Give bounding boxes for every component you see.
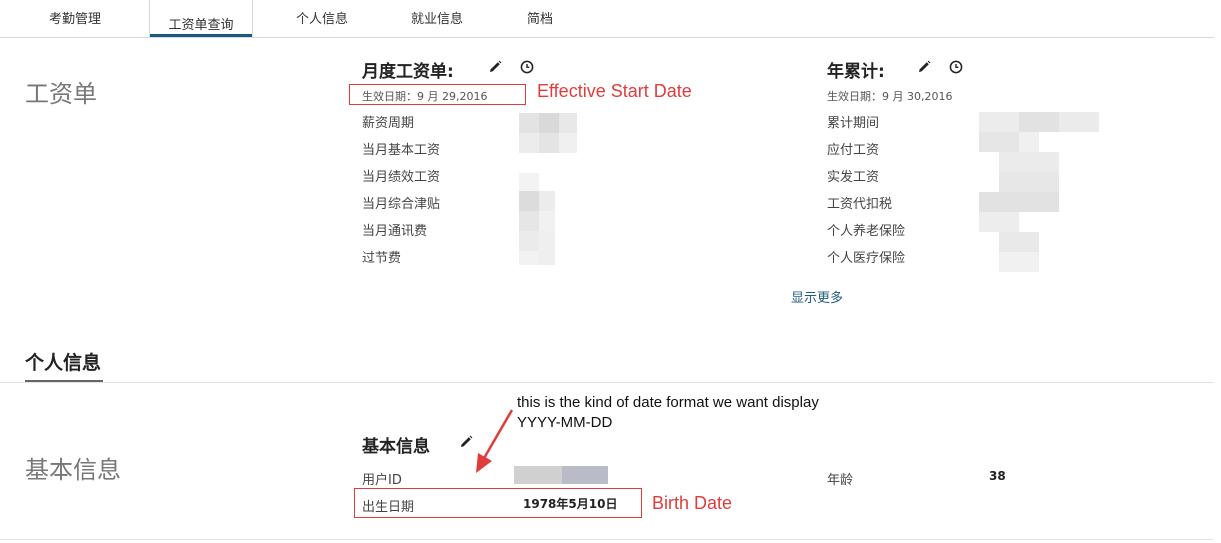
annotation-effective-start: Effective Start Date: [537, 81, 692, 101]
age-label: 年龄: [827, 473, 854, 488]
payslip-section-title: 工资单: [25, 80, 97, 108]
user-id-label: 用户ID: [362, 473, 402, 488]
clock-icon[interactable]: [948, 59, 964, 75]
birth-date-value: 1978年5月10日: [523, 497, 618, 511]
pencil-icon[interactable]: [487, 59, 503, 75]
row-label-holiday-fee: 过节费: [362, 251, 402, 266]
tab-attendance[interactable]: 考勤管理: [49, 8, 101, 27]
tab-payslip-query[interactable]: 工资单查询: [149, 0, 253, 38]
basic-info-card-title: 基本信息: [362, 437, 430, 457]
annotation-arrow: [476, 409, 514, 473]
clock-icon[interactable]: [519, 59, 535, 75]
row-label-net-salary: 实发工资: [827, 170, 880, 185]
ytd-title: 年累计:: [827, 62, 885, 82]
bottom-divider: [0, 539, 1214, 540]
row-label-medical-insurance: 个人医疗保险: [827, 251, 906, 266]
birth-date-label: 出生日期: [362, 500, 415, 515]
tab-personal-info[interactable]: 个人信息: [296, 8, 348, 27]
annotation-format-note-line1: this is the kind of date format we want …: [517, 394, 819, 411]
pencil-icon[interactable]: [916, 59, 932, 75]
show-more-link[interactable]: 显示更多: [791, 287, 843, 306]
tab-employment-info[interactable]: 就业信息: [411, 8, 463, 27]
row-label-telecom-fee: 当月通讯费: [362, 224, 428, 239]
ytd-effective-date: 生效日期：9 月 30,2016: [827, 90, 953, 103]
row-label-base-salary: 当月基本工资: [362, 143, 441, 158]
row-label-pay-period: 薪资周期: [362, 116, 415, 131]
row-label-withheld-tax: 工资代扣税: [827, 197, 893, 212]
annotation-birth-date: Birth Date: [652, 493, 733, 513]
row-label-cumulative-period: 累计期间: [827, 116, 880, 131]
tab-payslip-query-label: 工资单查询: [168, 18, 234, 33]
tab-bar: 考勤管理 工资单查询 个人信息 就业信息 简档: [0, 0, 1221, 38]
row-label-performance-pay: 当月绩效工资: [362, 170, 441, 185]
monthly-effective-date: 生效日期：9 月 29,2016: [362, 90, 488, 103]
tab-divider: [0, 37, 1214, 38]
tab-profile[interactable]: 简档: [527, 8, 553, 27]
section-divider: [0, 382, 1214, 383]
personal-info-heading: 个人信息: [25, 352, 102, 374]
pencil-icon[interactable]: [458, 434, 474, 450]
row-label-pension: 个人养老保险: [827, 224, 906, 239]
monthly-payslip-title: 月度工资单:: [362, 62, 454, 82]
row-label-allowance: 当月综合津贴: [362, 197, 441, 212]
row-label-payable-salary: 应付工资: [827, 143, 880, 158]
annotation-format-note-line2: YYYY-MM-DD: [517, 414, 613, 431]
age-value: 38: [989, 469, 1006, 483]
basic-info-section-title: 基本信息: [25, 456, 121, 484]
